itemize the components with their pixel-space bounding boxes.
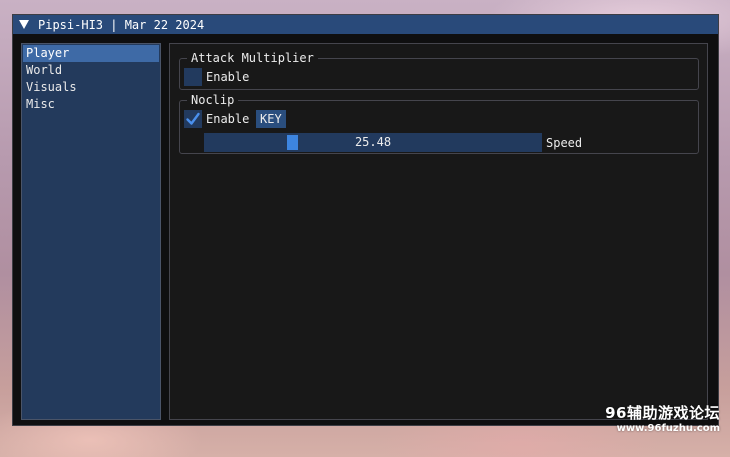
window-title: Pipsi-HI3 | Mar 22 2024 xyxy=(38,17,205,32)
attack-multiplier-group: Attack Multiplier Enable xyxy=(179,50,699,90)
watermark-url: www.96fuzhu.com xyxy=(616,423,720,434)
attack-multiplier-title: Attack Multiplier xyxy=(187,50,318,66)
noclip-enable-label: Enable xyxy=(206,112,250,126)
content-panel: Attack Multiplier Enable Noclip Enable K… xyxy=(169,43,708,420)
sidebar-item-player[interactable]: Player xyxy=(23,45,159,62)
collapse-arrow-icon[interactable] xyxy=(19,20,29,29)
noclip-speed-label: Speed xyxy=(546,136,583,150)
title-bar[interactable]: Pipsi-HI3 | Mar 22 2024 xyxy=(13,15,718,34)
sidebar-item-world[interactable]: World xyxy=(23,62,159,79)
sidebar-item-visuals[interactable]: Visuals xyxy=(23,79,159,96)
sidebar: Player World Visuals Misc xyxy=(21,43,161,420)
menu-window: Pipsi-HI3 | Mar 22 2024 Player World Vis… xyxy=(12,14,719,426)
noclip-enable-checkbox[interactable] xyxy=(184,110,202,128)
watermark-title: 96辅助游戏论坛 xyxy=(605,404,720,422)
noclip-key-button[interactable]: KEY xyxy=(256,110,286,128)
noclip-speed-value: 25.48 xyxy=(354,135,392,149)
checkmark-icon xyxy=(186,112,200,125)
watermark-logo: 96辅助游戏论坛 www.96fuzhu.com xyxy=(605,404,720,436)
noclip-speed-slider[interactable]: 25.48 xyxy=(204,133,542,152)
attack-multiplier-enable-checkbox[interactable] xyxy=(184,68,202,86)
attack-multiplier-enable-label: Enable xyxy=(206,70,250,84)
noclip-title: Noclip xyxy=(187,92,239,108)
noclip-group: Noclip Enable KEY 25.48 Speed xyxy=(179,92,699,154)
sidebar-item-misc[interactable]: Misc xyxy=(23,96,159,113)
